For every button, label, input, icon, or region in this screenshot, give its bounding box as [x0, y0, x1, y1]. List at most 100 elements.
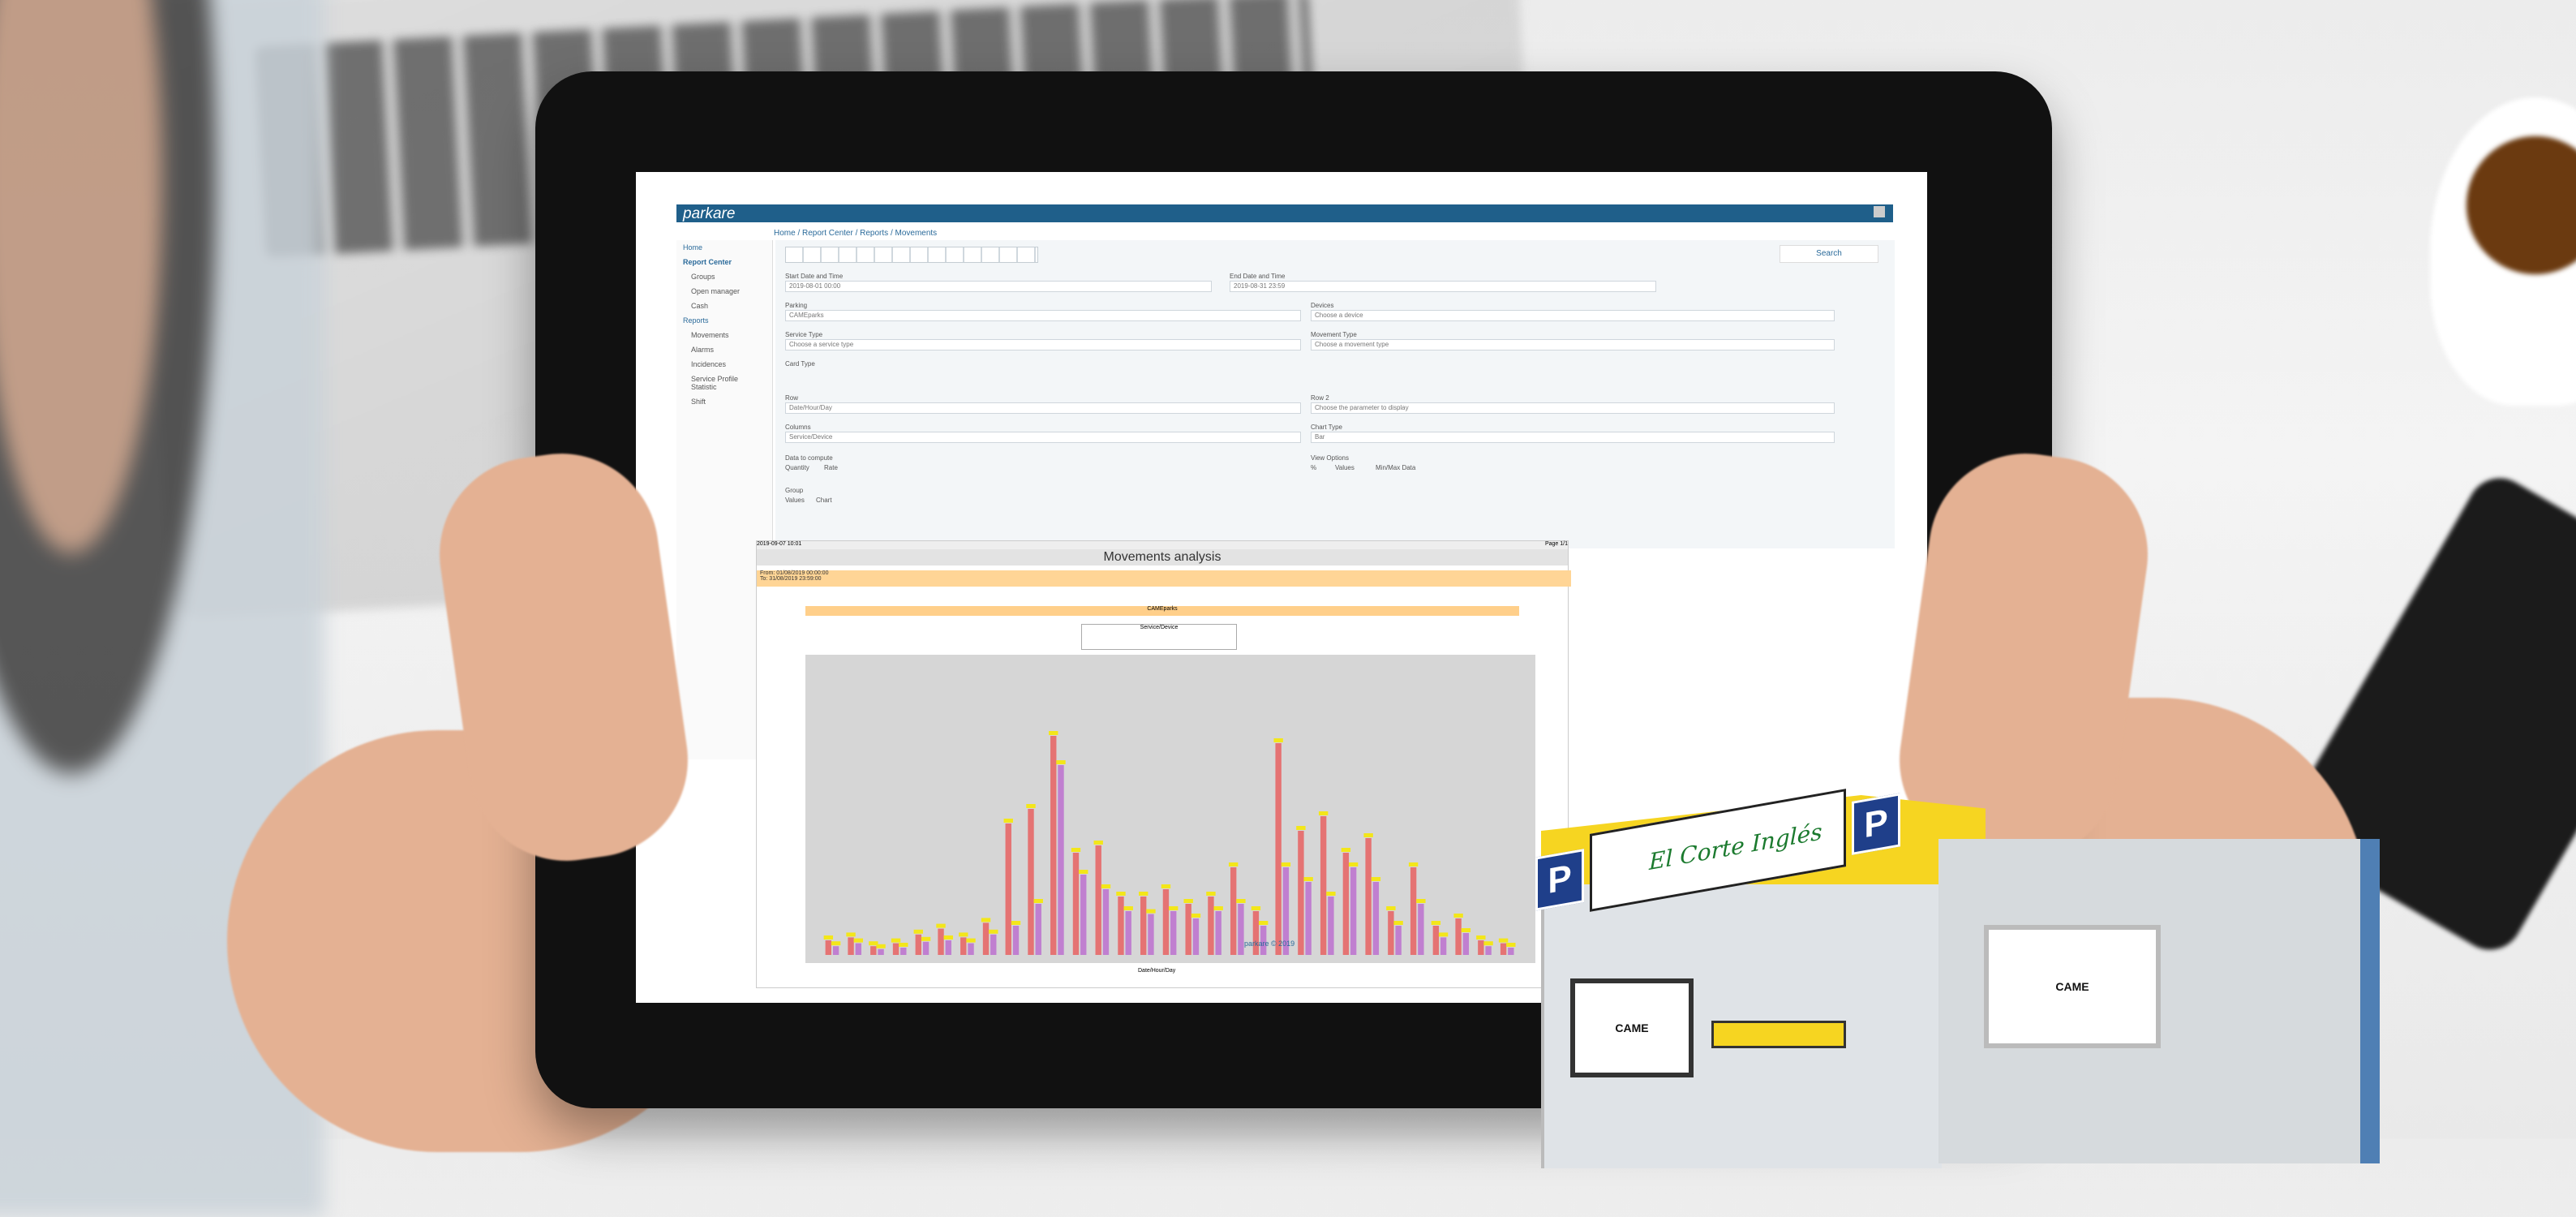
chart-data-label [1483, 941, 1493, 946]
coffee-cup [2430, 97, 2576, 406]
columns-select[interactable]: Service/Device [785, 432, 1301, 443]
chart-data-label [846, 932, 856, 937]
chart-data-label [1011, 921, 1021, 925]
chart-bar [1342, 853, 1350, 955]
footer-brand: parkare © 2019 [1244, 940, 1295, 948]
sidebar-item[interactable]: Home [676, 240, 772, 255]
chart-bar [1080, 875, 1087, 955]
group-option-chart[interactable]: Chart [816, 497, 832, 504]
chart-bar [1125, 911, 1131, 955]
chart-data-label [891, 938, 901, 943]
chart-data-label [1191, 914, 1201, 918]
chart-bar [1388, 911, 1394, 955]
search-button[interactable]: Search [1780, 245, 1878, 263]
chart-data-label [1498, 938, 1509, 943]
chart-data-label [1049, 731, 1058, 735]
data-option-quantity[interactable]: Quantity [785, 464, 809, 471]
ticket-slot [1711, 1021, 1846, 1048]
chart-data-label [1273, 738, 1283, 742]
chart-data-label [1453, 914, 1463, 918]
chart-bar [1162, 889, 1170, 955]
chart-data-label [1296, 826, 1306, 830]
chart-bar [960, 937, 967, 955]
group-option-values[interactable]: Values [785, 497, 805, 504]
chart-data-label [1348, 862, 1359, 867]
chart-data-label [1236, 899, 1246, 903]
chart-data-label [1438, 932, 1449, 937]
view-option-values[interactable]: Values [1335, 464, 1355, 471]
chart-data-label [1476, 935, 1486, 940]
chart-bar [982, 922, 990, 955]
data-option-rate[interactable]: Rate [824, 464, 838, 471]
data-to-compute-label: Data to compute [785, 454, 833, 462]
chart-bar [1192, 918, 1200, 955]
sidebar-item[interactable]: Report Center [676, 255, 772, 269]
sidebar-item[interactable]: Open manager [676, 284, 772, 299]
chart-bar [1095, 845, 1101, 955]
report-toolbar[interactable] [785, 247, 1038, 263]
parking-select[interactable]: CAMEparks [785, 310, 1301, 321]
chart-data-label [1206, 892, 1216, 896]
chart-type-label: Chart Type [1311, 424, 1342, 431]
chart-bar [968, 943, 974, 955]
chart-data-label [1341, 848, 1351, 852]
sidebar-item[interactable]: Cash [676, 299, 772, 313]
chart-data-label [1169, 906, 1179, 910]
row2-select[interactable]: Choose the parameter to display [1311, 402, 1835, 414]
sidebar-item[interactable]: Incidences [676, 357, 772, 372]
devices-label: Devices [1311, 302, 1334, 309]
chart-bar [1230, 867, 1237, 955]
report-period: From: 01/08/2019 00:00:00 To: 31/08/2019… [757, 570, 1571, 587]
chart-bar [1170, 911, 1177, 955]
sidebar-item[interactable]: Groups [676, 269, 772, 284]
user-menu[interactable] [1874, 206, 1888, 217]
chart-bar [1118, 897, 1124, 955]
chart-data-label [1303, 877, 1313, 881]
sidebar-item[interactable]: Shift [676, 394, 772, 409]
chart-data-label [1416, 899, 1426, 903]
service-type-select[interactable]: Choose a service type [785, 339, 1301, 350]
end-date-field[interactable]: 2019-08-31 23:59 [1230, 281, 1656, 292]
chart-bar [1140, 897, 1147, 955]
chart-bar [870, 946, 877, 955]
x-axis-label: Date/Hour/Day [1138, 968, 1176, 974]
chart-data-label [1139, 892, 1148, 896]
chart-bar [1432, 926, 1440, 955]
chart-type-select[interactable]: Bar [1311, 432, 1835, 443]
report-page: Page 1/1 [1544, 541, 1568, 547]
chart-bar [1500, 943, 1507, 955]
chart-data-label [966, 938, 976, 943]
chart-bar [1395, 926, 1402, 955]
chart-bar [1305, 882, 1312, 955]
chart-data-label [1033, 899, 1043, 903]
chart-bar [1050, 736, 1057, 955]
chart-data-label [936, 923, 946, 928]
chart-data-label [989, 929, 998, 934]
parking-p-right: P [1852, 793, 1900, 855]
chart-legend: Service/Device [1081, 624, 1237, 650]
view-option-minmax[interactable]: Min/Max Data [1376, 464, 1415, 471]
chart-data-label [959, 932, 968, 937]
sidebar-item[interactable]: Movements [676, 328, 772, 342]
start-date-field[interactable]: 2019-08-01 00:00 [785, 281, 1212, 292]
chart-bar [855, 943, 862, 955]
row-select[interactable]: Date/Hour/Day [785, 402, 1301, 414]
sidebar-item[interactable]: Alarms [676, 342, 772, 357]
sidebar-item[interactable]: Reports [676, 313, 772, 328]
chart-data-label [1461, 928, 1471, 932]
chart-bar [1508, 948, 1514, 955]
chart-data-label [1123, 906, 1133, 910]
chart-bar [1320, 816, 1327, 955]
chart-bar [878, 948, 884, 955]
report-section-bar: CAMEparks [805, 606, 1519, 616]
chart-data-label [1161, 884, 1171, 888]
chart-bar [1275, 743, 1282, 955]
movement-type-select[interactable]: Choose a movement type [1311, 339, 1835, 350]
devices-select[interactable]: Choose a device [1311, 310, 1835, 321]
chart-bar [1005, 824, 1011, 955]
chart-bar [900, 948, 907, 955]
sidebar-item[interactable]: Service Profile Statistic [676, 372, 772, 394]
view-option-percent[interactable]: % [1311, 464, 1316, 471]
chart-bar [915, 934, 921, 955]
chart-data-label [1281, 862, 1291, 867]
